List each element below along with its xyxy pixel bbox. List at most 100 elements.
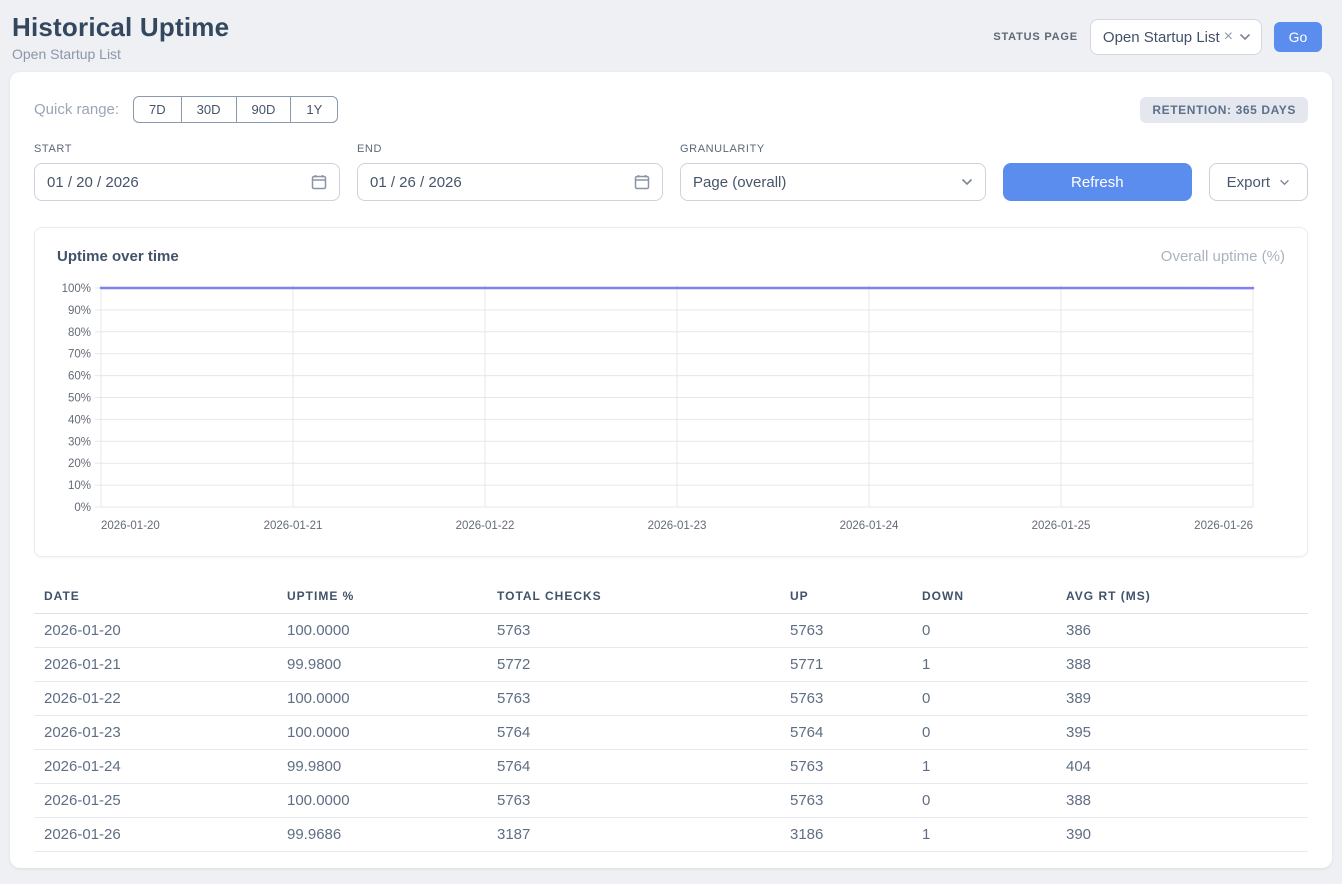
x-axis-tick-label: 2026-01-22 [456, 520, 515, 532]
table-cell: 3187 [487, 818, 780, 852]
chart-title: Uptime over time [57, 248, 179, 265]
table-cell: 2026-01-26 [34, 818, 277, 852]
export-button[interactable]: Export [1209, 163, 1308, 201]
column-header-down: DOWN [912, 581, 1056, 614]
granularity-field: GRANULARITY Page (overall) [680, 143, 986, 201]
table-cell: 0 [912, 716, 1056, 750]
table-cell: 0 [912, 682, 1056, 716]
retention-badge: RETENTION: 365 DAYS [1140, 97, 1308, 123]
table-row: 2026-01-22100.0000576357630389 [34, 682, 1308, 716]
quick-range-7d-button[interactable]: 7D [133, 96, 182, 123]
table-cell: 5763 [780, 614, 912, 648]
table-cell: 5763 [487, 682, 780, 716]
chevron-down-icon [1239, 33, 1251, 41]
table-cell: 404 [1056, 750, 1308, 784]
table-row: 2026-01-2199.9800577257711388 [34, 648, 1308, 682]
uptime-table: DATE UPTIME % TOTAL CHECKS UP DOWN AVG R… [34, 581, 1308, 852]
table-cell: 2026-01-24 [34, 750, 277, 784]
chevron-down-icon [1279, 179, 1290, 186]
column-header-date: DATE [34, 581, 277, 614]
quick-range-row: Quick range: 7D30D90D1Y RETENTION: 365 D… [34, 96, 1308, 123]
export-button-label: Export [1227, 174, 1270, 191]
y-axis-tick-label: 30% [68, 436, 91, 448]
start-date-field: START 01 / 20 / 2026 [34, 143, 340, 201]
table-cell: 5763 [780, 682, 912, 716]
end-date-input[interactable]: 01 / 26 / 2026 [357, 163, 663, 201]
start-date-value: 01 / 20 / 2026 [47, 174, 139, 191]
column-header-uptime: UPTIME % [277, 581, 487, 614]
table-cell: 0 [912, 614, 1056, 648]
table-cell: 5763 [487, 614, 780, 648]
table-cell: 5772 [487, 648, 780, 682]
y-axis-tick-label: 20% [68, 458, 91, 470]
status-page-select[interactable]: Open Startup List × [1090, 19, 1262, 55]
table-cell: 100.0000 [277, 716, 487, 750]
table-cell: 1 [912, 818, 1056, 852]
table-cell: 2026-01-22 [34, 682, 277, 716]
table-cell: 390 [1056, 818, 1308, 852]
table-row: 2026-01-23100.0000576457640395 [34, 716, 1308, 750]
table-cell: 2026-01-25 [34, 784, 277, 818]
table-cell: 0 [912, 784, 1056, 818]
table-cell: 5764 [780, 716, 912, 750]
chart-header: Uptime over time Overall uptime (%) [57, 248, 1285, 265]
column-header-avg-rt: AVG RT (MS) [1056, 581, 1308, 614]
table-row: 2026-01-2499.9800576457631404 [34, 750, 1308, 784]
table-cell: 5763 [780, 784, 912, 818]
table-header-row: DATE UPTIME % TOTAL CHECKS UP DOWN AVG R… [34, 581, 1308, 614]
x-axis-tick-label: 2026-01-24 [840, 520, 899, 532]
quick-range-group: 7D30D90D1Y [133, 96, 338, 123]
table-cell: 100.0000 [277, 682, 487, 716]
uptime-line-chart: 0%10%20%30%40%50%60%70%80%90%100%2026-01… [57, 281, 1285, 539]
status-page-label: STATUS PAGE [993, 31, 1078, 43]
page-header: Historical Uptime Open Startup List STAT… [0, 0, 1342, 72]
end-date-value: 01 / 26 / 2026 [370, 174, 462, 191]
table-cell: 1 [912, 648, 1056, 682]
y-axis-tick-label: 40% [68, 414, 91, 426]
y-axis-tick-label: 10% [68, 480, 91, 492]
table-cell: 388 [1056, 648, 1308, 682]
calendar-icon[interactable] [311, 174, 327, 190]
x-axis-tick-label: 2026-01-20 [101, 520, 160, 532]
y-axis-tick-label: 80% [68, 327, 91, 339]
x-axis-tick-label: 2026-01-26 [1194, 520, 1253, 532]
chart-legend: Overall uptime (%) [1161, 248, 1285, 265]
table-cell: 3186 [780, 818, 912, 852]
x-axis-tick-label: 2026-01-23 [648, 520, 707, 532]
page-subtitle: Open Startup List [12, 46, 229, 62]
quick-range-1y-button[interactable]: 1Y [290, 96, 338, 123]
table-cell: 1 [912, 750, 1056, 784]
page-title: Historical Uptime [12, 12, 229, 43]
granularity-select[interactable]: Page (overall) [680, 163, 986, 201]
uptime-table-body: 2026-01-20100.00005763576303862026-01-21… [34, 614, 1308, 852]
quick-range-label: Quick range: [34, 101, 119, 118]
table-cell: 395 [1056, 716, 1308, 750]
table-cell: 389 [1056, 682, 1308, 716]
y-axis-tick-label: 90% [68, 305, 91, 317]
table-cell: 100.0000 [277, 784, 487, 818]
table-cell: 388 [1056, 784, 1308, 818]
calendar-icon[interactable] [634, 174, 650, 190]
start-date-label: START [34, 143, 340, 155]
table-row: 2026-01-2699.9686318731861390 [34, 818, 1308, 852]
status-page-selected-value: Open Startup List [1103, 29, 1220, 46]
column-header-total-checks: TOTAL CHECKS [487, 581, 780, 614]
table-cell: 99.9686 [277, 818, 487, 852]
clear-selection-icon[interactable]: × [1224, 29, 1233, 45]
table-row: 2026-01-25100.0000576357630388 [34, 784, 1308, 818]
granularity-selected-value: Page (overall) [693, 174, 786, 191]
y-axis-tick-label: 70% [68, 349, 91, 361]
go-button[interactable]: Go [1274, 22, 1322, 52]
header-titles: Historical Uptime Open Startup List [12, 12, 229, 62]
quick-range-90d-button[interactable]: 90D [236, 96, 292, 123]
header-actions: STATUS PAGE Open Startup List × Go [993, 19, 1322, 55]
table-cell: 99.9800 [277, 750, 487, 784]
table-cell: 5771 [780, 648, 912, 682]
table-cell: 5764 [487, 716, 780, 750]
table-cell: 5764 [487, 750, 780, 784]
start-date-input[interactable]: 01 / 20 / 2026 [34, 163, 340, 201]
quick-range-30d-button[interactable]: 30D [181, 96, 237, 123]
refresh-button[interactable]: Refresh [1003, 163, 1192, 201]
table-cell: 2026-01-21 [34, 648, 277, 682]
table-cell: 99.9800 [277, 648, 487, 682]
